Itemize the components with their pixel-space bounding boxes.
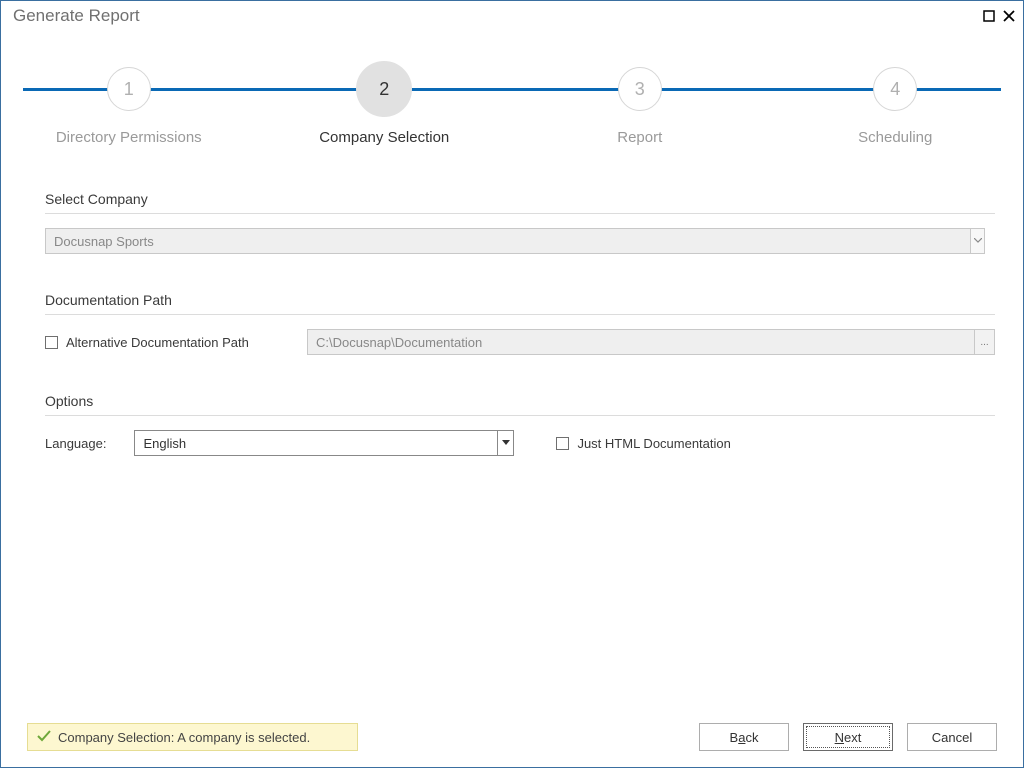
language-dropdown[interactable]: English [134,430,514,456]
chevron-down-icon[interactable] [970,229,984,253]
language-label: Language: [45,436,106,451]
doc-path-value: C:\Docusnap\Documentation [308,335,974,350]
step-label: Directory Permissions [56,129,202,146]
maximize-icon[interactable] [983,10,995,22]
wizard-footer: Company Selection: A company is selected… [1,709,1023,767]
step-company-selection[interactable]: 2 Company Selection [257,59,513,146]
check-icon [36,728,58,747]
status-bar: Company Selection: A company is selected… [27,723,358,751]
step-number: 4 [873,67,917,111]
section-title-documentation-path: Documentation Path [45,292,995,308]
just-html-checkbox[interactable] [556,437,569,450]
company-dropdown-value: Docusnap Sports [46,234,970,249]
cancel-button[interactable]: Cancel [907,723,997,751]
section-title-select-company: Select Company [45,191,995,207]
wizard-steps: 1 Directory Permissions 2 Company Select… [1,59,1023,169]
browse-button[interactable]: ... [974,330,994,354]
next-button[interactable]: Next [803,723,893,751]
step-label: Company Selection [319,129,449,146]
doc-path-input[interactable]: C:\Docusnap\Documentation ... [307,329,995,355]
company-dropdown[interactable]: Docusnap Sports [45,228,985,254]
alt-doc-path-checkbox[interactable] [45,336,58,349]
section-divider [45,314,995,315]
step-scheduling[interactable]: 4 Scheduling [768,59,1024,146]
step-label: Report [617,129,662,146]
back-button[interactable]: Back [699,723,789,751]
step-number: 3 [618,67,662,111]
step-report[interactable]: 3 Report [512,59,768,146]
just-html-label: Just HTML Documentation [577,436,730,451]
window-buttons [983,10,1015,22]
alt-doc-path-label: Alternative Documentation Path [66,335,249,350]
just-html-option[interactable]: Just HTML Documentation [556,436,730,451]
step-number: 2 [356,61,412,117]
title-bar: Generate Report [1,1,1023,31]
language-value: English [135,436,497,451]
alt-doc-path-option[interactable]: Alternative Documentation Path [45,335,307,350]
step-number: 1 [107,67,151,111]
status-text: Company Selection: A company is selected… [58,730,310,745]
step-label: Scheduling [858,129,932,146]
wizard-content: Select Company Docusnap Sports Documenta… [1,169,1023,456]
window-title: Generate Report [13,6,983,26]
section-title-options: Options [45,393,995,409]
step-directory-permissions[interactable]: 1 Directory Permissions [1,59,257,146]
chevron-down-icon[interactable] [497,431,513,455]
section-divider [45,213,995,214]
section-divider [45,415,995,416]
close-icon[interactable] [1003,10,1015,22]
